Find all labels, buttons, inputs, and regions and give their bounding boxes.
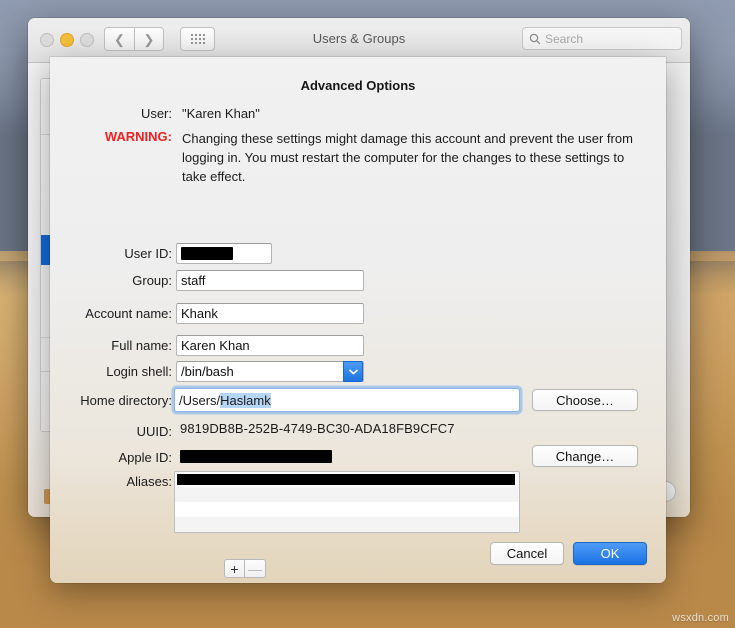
chevron-down-icon[interactable] xyxy=(343,361,363,382)
page-title: Advanced Options xyxy=(300,78,416,93)
full-name-row: Full name: Karen Khan xyxy=(50,335,666,357)
group-row: Group: staff xyxy=(50,270,666,292)
home-directory-input[interactable]: /Users/Haslamk xyxy=(174,388,520,412)
user-id-row: User ID: xyxy=(50,243,666,265)
redaction-bar xyxy=(181,247,233,260)
redaction-bar xyxy=(177,474,515,485)
aliases-controls: + — xyxy=(224,559,266,578)
user-value: "Karen Khan" xyxy=(182,106,260,121)
redaction-bar xyxy=(180,450,332,464)
full-name-label: Full name: xyxy=(111,338,172,353)
advanced-options-sheet: Advanced Options User: "Karen Khan" WARN… xyxy=(50,57,666,583)
watermark: wsxdn.com xyxy=(672,612,729,624)
aliases-label: Aliases: xyxy=(126,474,172,489)
search-icon xyxy=(529,33,541,44)
login-shell-label: Login shell: xyxy=(106,364,172,379)
add-alias-button[interactable]: + xyxy=(224,559,245,578)
search-input[interactable]: Search xyxy=(522,27,682,50)
uuid-label: UUID: xyxy=(136,424,172,439)
group-label: Group: xyxy=(132,273,172,288)
list-item[interactable] xyxy=(175,502,519,517)
list-item[interactable] xyxy=(175,517,519,532)
user-label: User: xyxy=(140,106,172,121)
change-button[interactable]: Change… xyxy=(532,445,638,467)
account-name-input[interactable]: Khank xyxy=(176,303,364,324)
warning-label: WARNING: xyxy=(104,129,172,144)
account-name-label: Account name: xyxy=(85,306,172,321)
login-shell-select[interactable]: /bin/bash xyxy=(176,361,364,382)
home-directory-prefix: /Users/ xyxy=(179,392,221,408)
user-id-input[interactable] xyxy=(176,243,272,264)
remove-alias-button: — xyxy=(245,559,266,578)
login-shell-row: Login shell: /bin/bash xyxy=(50,361,666,383)
uuid-row: UUID: 9819DB8B-252B-4749-BC30-ADA18FB9CF… xyxy=(50,421,666,443)
list-item[interactable] xyxy=(175,487,519,502)
chevron-down-glyph xyxy=(348,369,358,374)
aliases-list[interactable] xyxy=(174,471,520,533)
home-directory-selection: Haslamk xyxy=(220,392,271,408)
apple-id-label: Apple ID: xyxy=(118,450,172,465)
warning-text: Changing these settings might damage thi… xyxy=(182,131,633,184)
uuid-value: 9819DB8B-252B-4749-BC30-ADA18FB9CFC7 xyxy=(180,421,455,436)
group-input[interactable]: staff xyxy=(176,270,364,291)
user-id-label: User ID: xyxy=(124,246,172,261)
aliases-row: Aliases: xyxy=(50,471,666,533)
full-name-input[interactable]: Karen Khan xyxy=(176,335,364,356)
search-placeholder: Search xyxy=(545,31,584,46)
home-directory-label: Home directory: xyxy=(80,393,172,408)
cancel-button[interactable]: Cancel xyxy=(490,542,564,565)
apple-id-value xyxy=(180,448,332,464)
account-name-row: Account name: Khank xyxy=(50,303,666,325)
ok-button[interactable]: OK xyxy=(573,542,647,565)
choose-button[interactable]: Choose… xyxy=(532,389,638,411)
